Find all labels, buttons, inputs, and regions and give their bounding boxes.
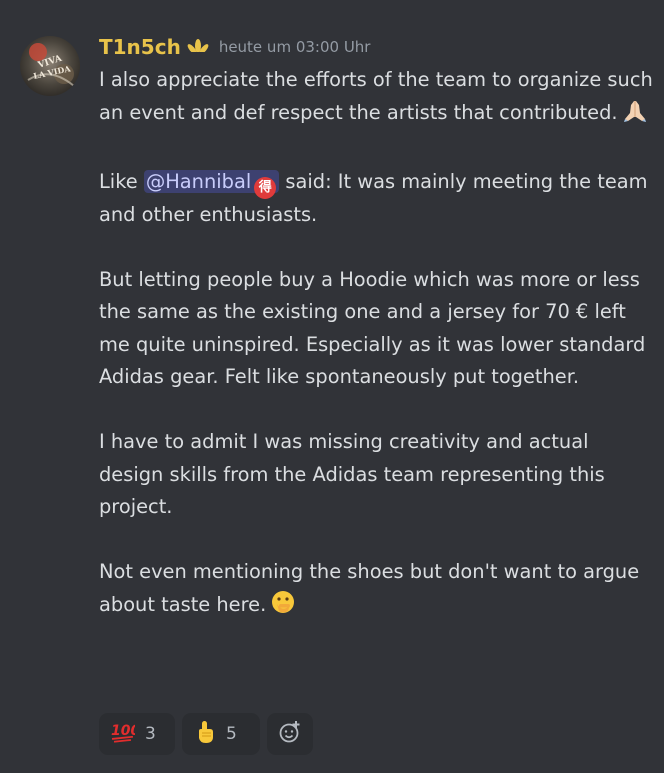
add-reaction-icon bbox=[278, 720, 302, 748]
message-paragraph-3: But letting people buy a Hoodie which wa… bbox=[99, 267, 646, 389]
adidas-trefoil-icon bbox=[187, 38, 209, 56]
message-paragraph-4: I have to admit I was missing creativity… bbox=[99, 430, 605, 519]
reaction-count: 3 bbox=[145, 724, 156, 744]
user-mention[interactable]: @Hannibal 得 bbox=[143, 169, 280, 199]
mention-text: @Hannibal bbox=[145, 169, 252, 193]
hundred-points-emoji: 100 bbox=[111, 721, 140, 747]
message-header: T1n5ch heute um 03:00 Uhr bbox=[99, 34, 370, 60]
chat-message: VIVA LA VIDA T1n5ch heute um 03:00 Uhr I… bbox=[0, 0, 664, 773]
index-pointing-up-emoji bbox=[194, 720, 216, 748]
face-with-hand-over-mouth-emoji bbox=[270, 589, 296, 626]
mention-role-badge: 得 bbox=[254, 176, 277, 199]
reaction-count: 5 bbox=[226, 724, 237, 744]
reaction-hundred-points[interactable]: 100 3 bbox=[99, 713, 175, 755]
author-name[interactable]: T1n5ch bbox=[99, 35, 181, 59]
paragraph-text: I also appreciate the efforts of the tea… bbox=[99, 68, 653, 124]
message-paragraph-5: Not even mentioning the shoes but don't … bbox=[99, 556, 654, 625]
message-paragraph-1: I also appreciate the efforts of the tea… bbox=[99, 64, 654, 133]
reactions-bar: 100 3 5 bbox=[99, 713, 313, 755]
user-avatar[interactable]: VIVA LA VIDA bbox=[20, 36, 80, 96]
message-paragraph-2: Like @Hannibal 得 said: It was mainly meet… bbox=[99, 166, 654, 232]
paragraph-text: Like bbox=[99, 169, 144, 193]
folded-hands-emoji bbox=[622, 99, 648, 134]
reaction-index-pointing-up[interactable]: 5 bbox=[182, 713, 260, 755]
paragraph-text: Not even mentioning the shoes but don't … bbox=[99, 560, 640, 616]
add-reaction-button[interactable] bbox=[267, 713, 313, 755]
message-content: I also appreciate the efforts of the tea… bbox=[99, 64, 654, 625]
message-timestamp[interactable]: heute um 03:00 Uhr bbox=[219, 38, 371, 56]
